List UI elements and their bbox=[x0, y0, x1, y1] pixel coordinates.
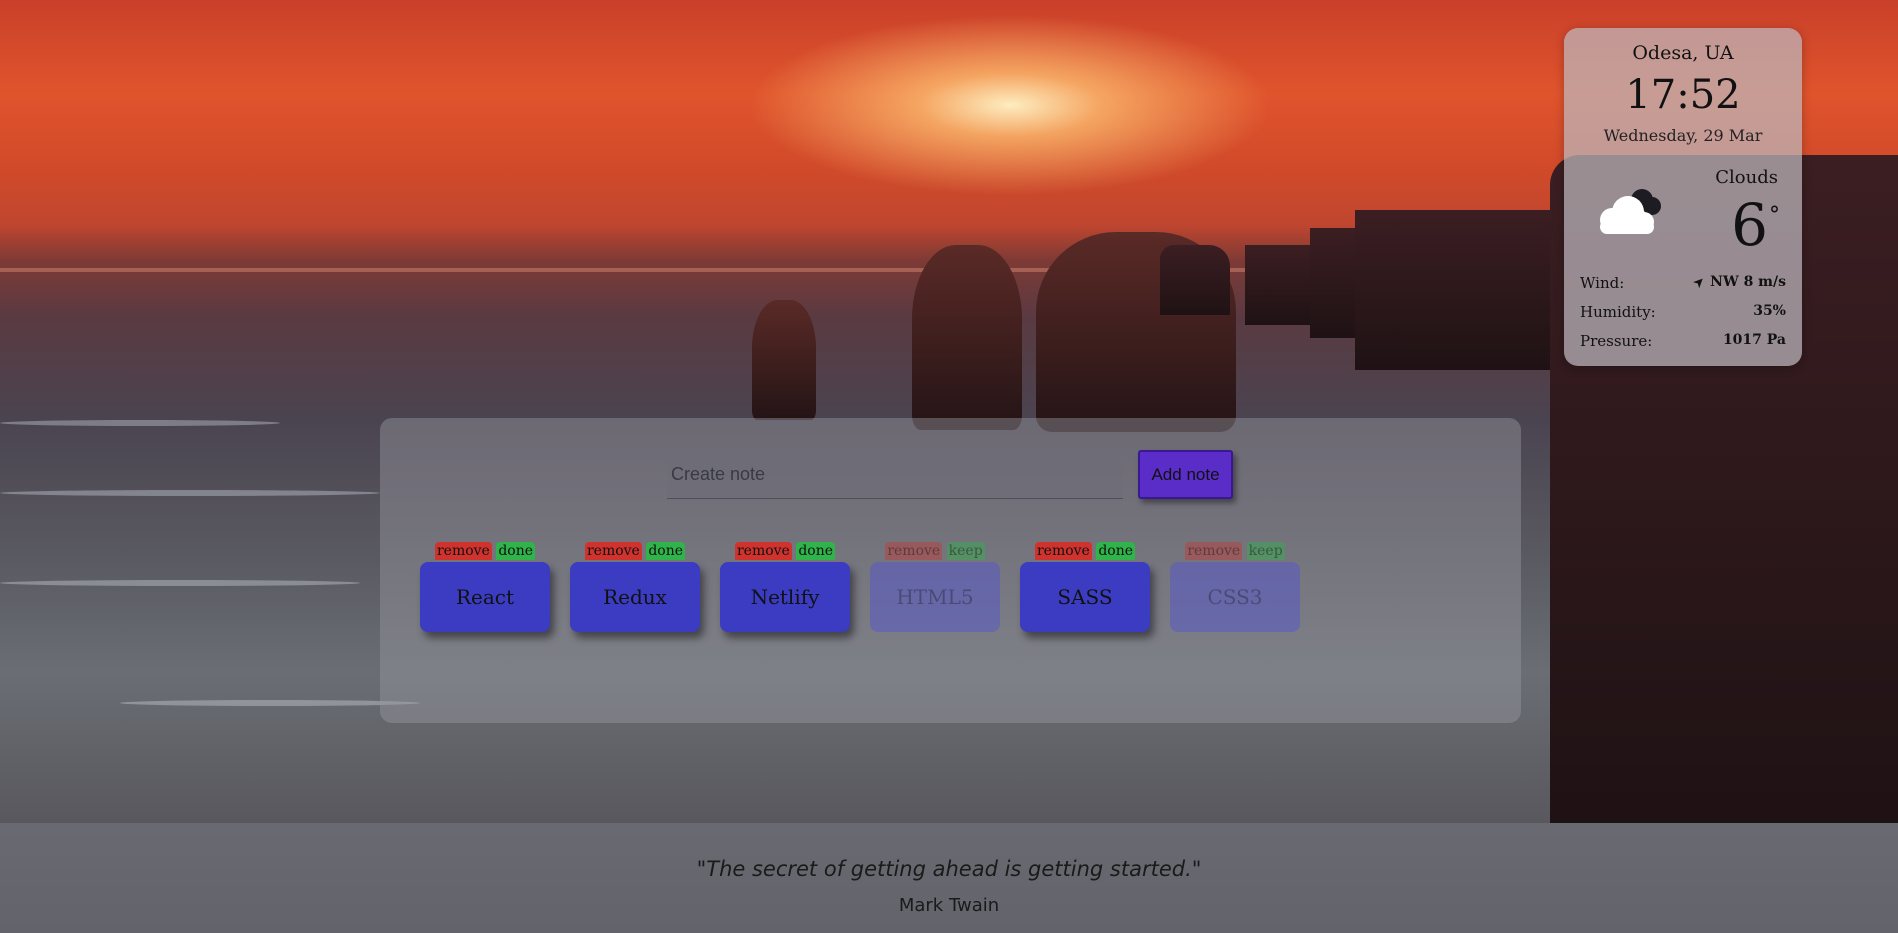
note-title[interactable]: Redux bbox=[570, 562, 700, 632]
note-actions: remove keep bbox=[1170, 542, 1300, 560]
notes-panel: Add note remove done React remove done R… bbox=[380, 418, 1521, 723]
cliff bbox=[1245, 245, 1315, 325]
note-actions: remove done bbox=[720, 542, 850, 560]
done-button[interactable]: done bbox=[646, 542, 686, 560]
quote-text: "The secret of getting ahead is getting … bbox=[696, 857, 1202, 881]
keep-button[interactable]: keep bbox=[946, 542, 985, 560]
wave bbox=[120, 700, 420, 706]
create-note-input[interactable] bbox=[667, 450, 1123, 499]
cloud-icon bbox=[1600, 189, 1661, 234]
note-actions: remove done bbox=[1020, 542, 1150, 560]
sea-stack bbox=[912, 245, 1022, 430]
weather-city: Odesa, UA bbox=[1632, 42, 1734, 64]
note-card-completed: remove keep HTML5 bbox=[870, 542, 1000, 632]
remove-button[interactable]: remove bbox=[885, 542, 943, 560]
note-title[interactable]: SASS bbox=[1020, 562, 1150, 632]
done-button[interactable]: done bbox=[496, 542, 536, 560]
humidity-label: Humidity: bbox=[1580, 303, 1656, 321]
note-card: remove done Redux bbox=[570, 542, 700, 632]
note-title[interactable]: Netlify bbox=[720, 562, 850, 632]
note-card: remove done React bbox=[420, 542, 550, 632]
quote-author: Mark Twain bbox=[898, 895, 1000, 916]
humidity-value: 35% bbox=[1753, 303, 1786, 319]
note-actions: remove done bbox=[570, 542, 700, 560]
weather-widget: Odesa, UA 17:52 Wednesday, 29 Mar Clouds… bbox=[1564, 28, 1802, 366]
humidity-row: Humidity: 35% bbox=[1580, 303, 1786, 321]
done-button[interactable]: done bbox=[796, 542, 836, 560]
done-button[interactable]: done bbox=[1096, 542, 1136, 560]
remove-button[interactable]: remove bbox=[434, 542, 492, 560]
note-card-completed: remove keep CSS3 bbox=[1170, 542, 1300, 632]
pressure-row: Pressure: 1017 Pa bbox=[1580, 332, 1786, 350]
pressure-label: Pressure: bbox=[1580, 332, 1653, 350]
wind-row: Wind: ➤ NW 8 m/s bbox=[1580, 273, 1786, 292]
wave bbox=[0, 420, 280, 426]
pressure-value: 1017 Pa bbox=[1722, 332, 1786, 348]
keep-button[interactable]: keep bbox=[1246, 542, 1285, 560]
weather-description: Clouds bbox=[1715, 167, 1778, 188]
clock-time: 17:52 bbox=[1625, 72, 1741, 118]
remove-button[interactable]: remove bbox=[584, 542, 642, 560]
degree-symbol: ° bbox=[1769, 203, 1780, 228]
wave bbox=[0, 490, 380, 496]
remove-button[interactable]: remove bbox=[1185, 542, 1243, 560]
wave bbox=[0, 580, 360, 586]
wind-label: Wind: bbox=[1580, 274, 1625, 292]
wind-value-wrap: ➤ NW 8 m/s bbox=[1690, 273, 1786, 292]
cliff bbox=[1160, 245, 1230, 315]
sea-stack bbox=[752, 300, 816, 420]
note-actions: remove keep bbox=[870, 542, 1000, 560]
remove-button[interactable]: remove bbox=[734, 542, 792, 560]
note-actions: remove done bbox=[420, 542, 550, 560]
note-title[interactable]: React bbox=[420, 562, 550, 632]
note-card: remove done Netlify bbox=[720, 542, 850, 632]
clock-date: Wednesday, 29 Mar bbox=[1603, 126, 1763, 145]
add-note-button[interactable]: Add note bbox=[1138, 450, 1233, 499]
wind-direction-icon: ➤ bbox=[1690, 273, 1708, 291]
note-title[interactable]: CSS3 bbox=[1170, 562, 1300, 632]
temperature-value: 6 bbox=[1731, 191, 1768, 259]
remove-button[interactable]: remove bbox=[1034, 542, 1092, 560]
note-title[interactable]: HTML5 bbox=[870, 562, 1000, 632]
wind-value: NW 8 m/s bbox=[1710, 274, 1786, 290]
quote-bar: "The secret of getting ahead is getting … bbox=[0, 823, 1898, 933]
note-card: remove done SASS bbox=[1020, 542, 1150, 632]
